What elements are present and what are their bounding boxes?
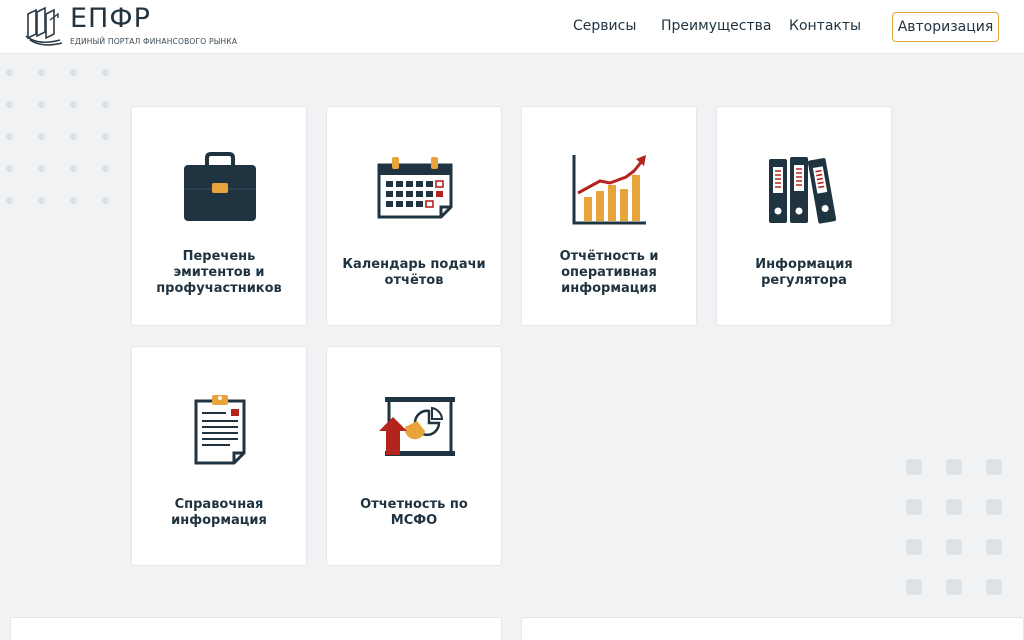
card-regulator-info[interactable]: Информация регулятора	[716, 106, 892, 326]
card-reference-info[interactable]: Справочная информация	[131, 346, 307, 566]
card-reporting-info[interactable]: Отчётность и оперативная информация	[521, 106, 697, 326]
decorative-dots-left	[6, 69, 134, 229]
growth-chart-icon	[572, 155, 646, 225]
logo-icon	[25, 6, 63, 46]
bottom-panel-right	[521, 617, 1024, 640]
card-issuers-list[interactable]: Перечень эмитентов и профучастников	[131, 106, 307, 326]
card-label: Информация регулятора	[755, 257, 853, 288]
nav-contacts[interactable]: Контакты	[789, 18, 861, 34]
nav-advantages[interactable]: Преимущества	[661, 18, 771, 34]
logo-title: ЕПФР	[70, 3, 151, 34]
card-label: Календарь подачи отчётов	[342, 257, 486, 288]
bottom-panel-left	[10, 617, 502, 640]
card-label: Отчётность и оперативная информация	[559, 249, 659, 296]
decorative-dots-right	[906, 459, 1024, 619]
card-label: Перечень эмитентов и профучастников	[156, 249, 282, 296]
binders-icon	[769, 157, 837, 224]
card-label: Справочная информация	[171, 497, 267, 528]
site-header: ЕПФР ЕДИНЫЙ ПОРТАЛ ФИНАНСОВОГО РЫНКА Сер…	[0, 0, 1024, 54]
calendar-icon	[377, 157, 453, 219]
card-ifrs-reporting[interactable]: Отчетность по МСФО	[326, 346, 502, 566]
nav-services[interactable]: Сервисы	[573, 18, 636, 34]
card-label: Отчетность по МСФО	[360, 497, 468, 528]
logo-link[interactable]: ЕПФР ЕДИНЫЙ ПОРТАЛ ФИНАНСОВОГО РЫНКА	[24, 3, 244, 49]
logo-subtitle: ЕДИНЫЙ ПОРТАЛ ФИНАНСОВОГО РЫНКА	[70, 37, 238, 46]
presentation-board-icon	[379, 397, 455, 456]
login-button[interactable]: Авторизация	[892, 12, 999, 42]
briefcase-icon	[184, 152, 256, 221]
clipboard-document-icon	[194, 395, 246, 465]
card-report-calendar[interactable]: Календарь подачи отчётов	[326, 106, 502, 326]
